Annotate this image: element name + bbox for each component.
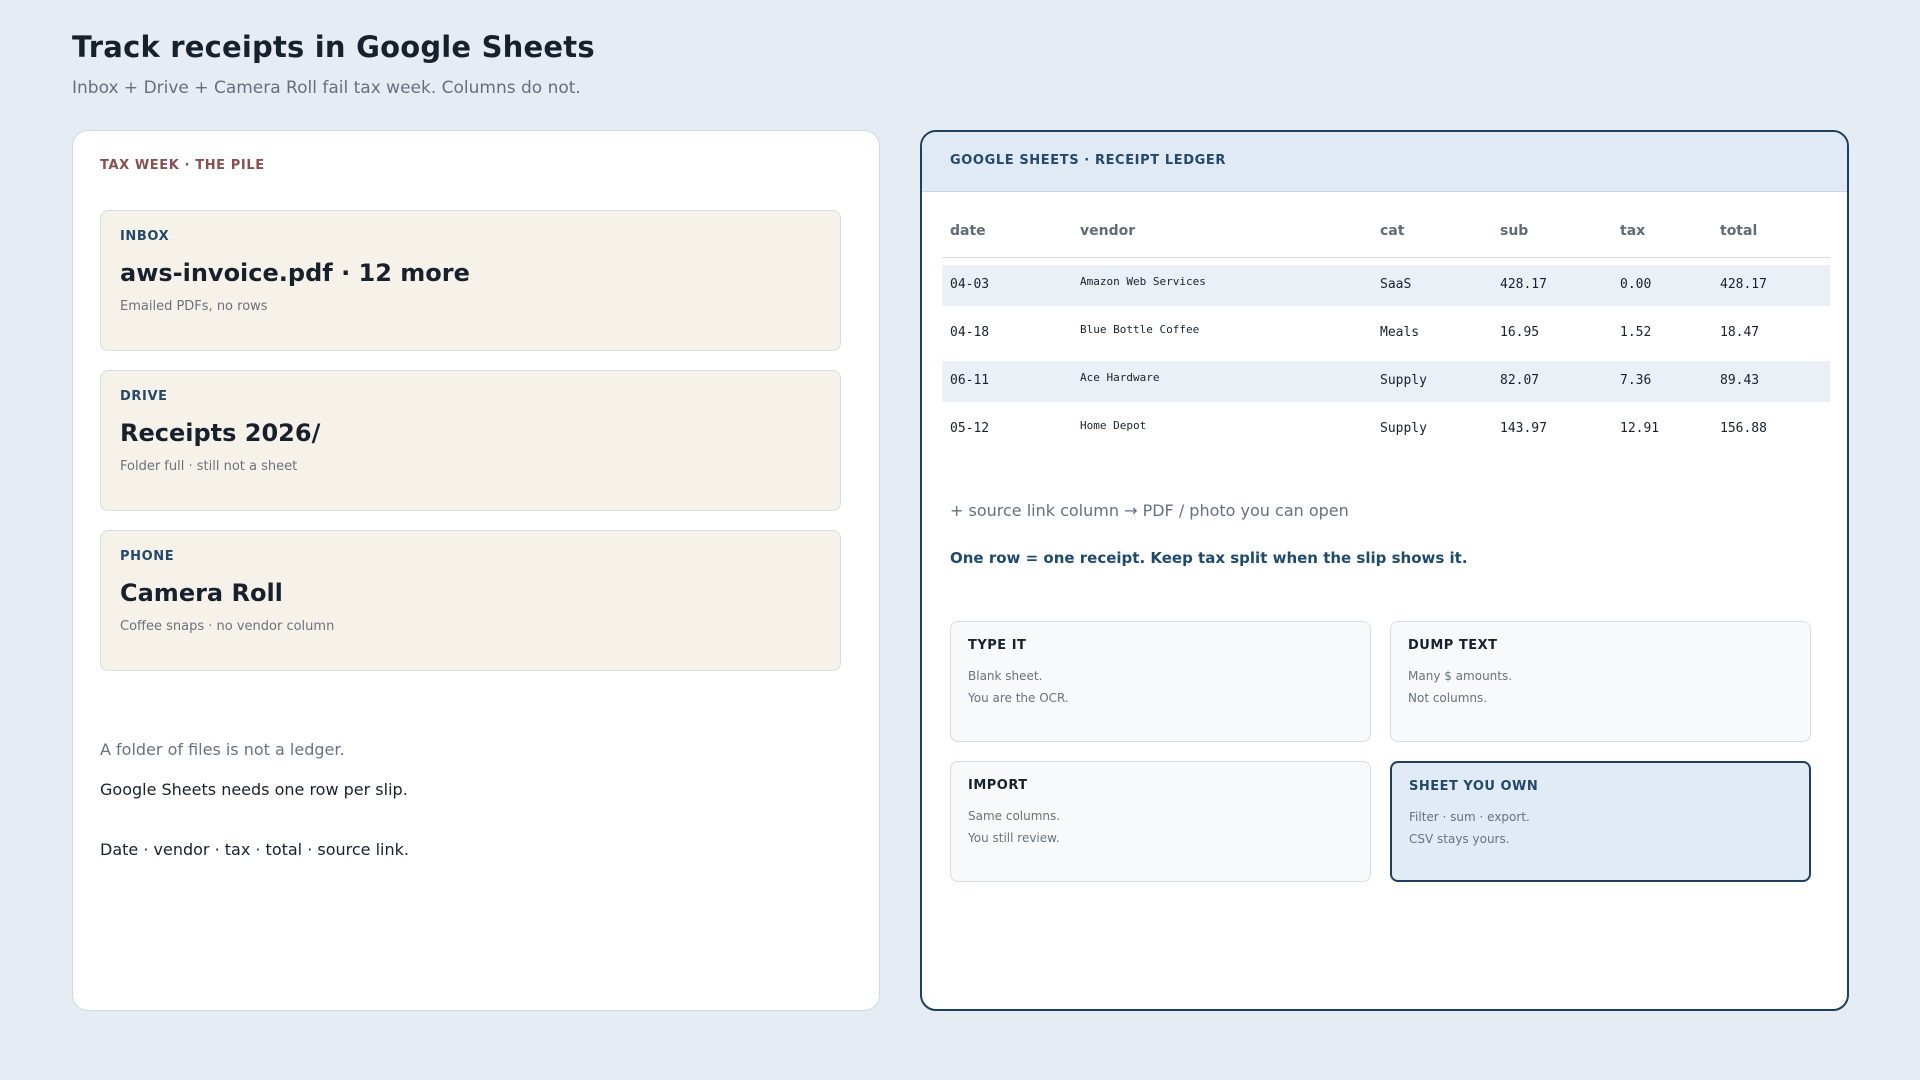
option-card-type-it[interactable]: TYPE IT Blank sheet. You are the OCR.	[950, 621, 1371, 742]
cell-cat: Meals	[1380, 325, 1420, 340]
one-row-rule: One row = one receipt. Keep tax split wh…	[950, 549, 1468, 567]
cell-tax: 1.52	[1620, 325, 1652, 340]
cell-tax: 7.36	[1620, 373, 1652, 388]
cell-sub: 143.97	[1500, 421, 1547, 436]
cell-tax: 0.00	[1620, 277, 1652, 292]
cell-tax: 12.91	[1620, 421, 1660, 436]
option-line: CSV stays yours.	[1409, 832, 1510, 846]
inbox-card-subtitle: Emailed PDFs, no rows	[120, 299, 268, 314]
drive-card-kicker: DRIVE	[120, 389, 168, 404]
phone-card-kicker: PHONE	[120, 549, 175, 564]
source-link-note: + source link column → PDF / photo you c…	[950, 501, 1349, 520]
drive-card-subtitle: Folder full · still not a sheet	[120, 459, 298, 474]
cell-sub: 16.95	[1500, 325, 1540, 340]
option-line: You are the OCR.	[968, 691, 1069, 705]
pile-note-row: Google Sheets needs one row per slip.	[100, 780, 408, 799]
cell-total: 428.17	[1720, 277, 1767, 292]
pile-panel: TAX WEEK · THE PILE INBOX aws-invoice.pd…	[72, 130, 880, 1011]
column-header-total[interactable]: total	[1720, 223, 1757, 239]
drive-card: DRIVE Receipts 2026/ Folder full · still…	[100, 370, 841, 511]
ledger-panel-header: GOOGLE SHEETS · RECEIPT LEDGER	[922, 132, 1847, 192]
pile-note-ledger: A folder of files is not a ledger.	[100, 740, 345, 759]
phone-card-title: Camera Roll	[120, 579, 283, 607]
phone-card: PHONE Camera Roll Coffee snaps · no vend…	[100, 530, 841, 671]
option-title: DUMP TEXT	[1408, 638, 1498, 653]
inbox-card-kicker: INBOX	[120, 229, 170, 244]
pile-panel-kicker: TAX WEEK · THE PILE	[100, 158, 265, 173]
table-row[interactable]: 05-12 Home Depot Supply 143.97 12.91 156…	[942, 409, 1830, 450]
ledger-panel: GOOGLE SHEETS · RECEIPT LEDGER date vend…	[920, 130, 1849, 1011]
option-line: Many $ amounts.	[1408, 669, 1513, 683]
option-card-dump-text[interactable]: DUMP TEXT Many $ amounts. Not columns.	[1390, 621, 1811, 742]
column-header-date[interactable]: date	[950, 223, 986, 239]
cell-vendor: Ace Hardware	[1080, 371, 1160, 384]
option-line: Not columns.	[1408, 691, 1488, 705]
option-line: Filter · sum · export.	[1409, 810, 1530, 824]
column-header-cat[interactable]: cat	[1380, 223, 1404, 239]
option-line: You still review.	[968, 831, 1060, 845]
cell-date: 04-18	[950, 325, 990, 340]
column-header-vendor[interactable]: vendor	[1080, 223, 1135, 239]
ledger-panel-kicker: GOOGLE SHEETS · RECEIPT LEDGER	[950, 153, 1226, 168]
cell-vendor: Home Depot	[1080, 419, 1147, 432]
cell-cat: Supply	[1380, 421, 1427, 436]
option-line: Blank sheet.	[968, 669, 1043, 683]
option-card-import[interactable]: IMPORT Same columns. You still review.	[950, 761, 1371, 882]
cell-cat: Supply	[1380, 373, 1427, 388]
page: Track receipts in Google Sheets Inbox + …	[0, 0, 1920, 1080]
page-subtitle: Inbox + Drive + Camera Roll fail tax wee…	[72, 78, 581, 98]
phone-card-subtitle: Coffee snaps · no vendor column	[120, 619, 335, 634]
table-row[interactable]: 04-03 Amazon Web Services SaaS 428.17 0.…	[942, 265, 1830, 306]
option-title: SHEET YOU OWN	[1409, 779, 1539, 794]
cell-date: 04-03	[950, 277, 990, 292]
column-header-sub[interactable]: sub	[1500, 223, 1528, 239]
option-title: IMPORT	[968, 778, 1028, 793]
column-header-tax[interactable]: tax	[1620, 223, 1645, 239]
pile-note-fields: Date · vendor · tax · total · source lin…	[100, 840, 409, 859]
cell-date: 05-12	[950, 421, 990, 436]
inbox-card: INBOX aws-invoice.pdf · 12 more Emailed …	[100, 210, 841, 351]
cell-sub: 82.07	[1500, 373, 1540, 388]
inbox-card-title: aws-invoice.pdf · 12 more	[120, 259, 470, 287]
drive-card-title: Receipts 2026/	[120, 419, 321, 447]
table-row[interactable]: 06-11 Ace Hardware Supply 82.07 7.36 89.…	[942, 361, 1830, 402]
page-header: Track receipts in Google Sheets Inbox + …	[72, 30, 595, 98]
cell-cat: SaaS	[1380, 277, 1412, 292]
cell-total: 89.43	[1720, 373, 1760, 388]
cell-date: 06-11	[950, 373, 990, 388]
option-card-sheet-you-own[interactable]: SHEET YOU OWN Filter · sum · export. CSV…	[1390, 761, 1811, 882]
cell-vendor: Blue Bottle Coffee	[1080, 323, 1200, 336]
cell-vendor: Amazon Web Services	[1080, 275, 1206, 288]
receipt-ledger-table: date vendor cat sub tax total 04-03 Amaz…	[942, 212, 1830, 450]
ledger-header-row: date vendor cat sub tax total	[942, 212, 1830, 258]
page-title: Track receipts in Google Sheets	[72, 30, 595, 64]
cell-total: 156.88	[1720, 421, 1767, 436]
option-title: TYPE IT	[968, 638, 1027, 653]
table-row[interactable]: 04-18 Blue Bottle Coffee Meals 16.95 1.5…	[942, 313, 1830, 354]
cell-sub: 428.17	[1500, 277, 1547, 292]
option-line: Same columns.	[968, 809, 1061, 823]
cell-total: 18.47	[1720, 325, 1760, 340]
